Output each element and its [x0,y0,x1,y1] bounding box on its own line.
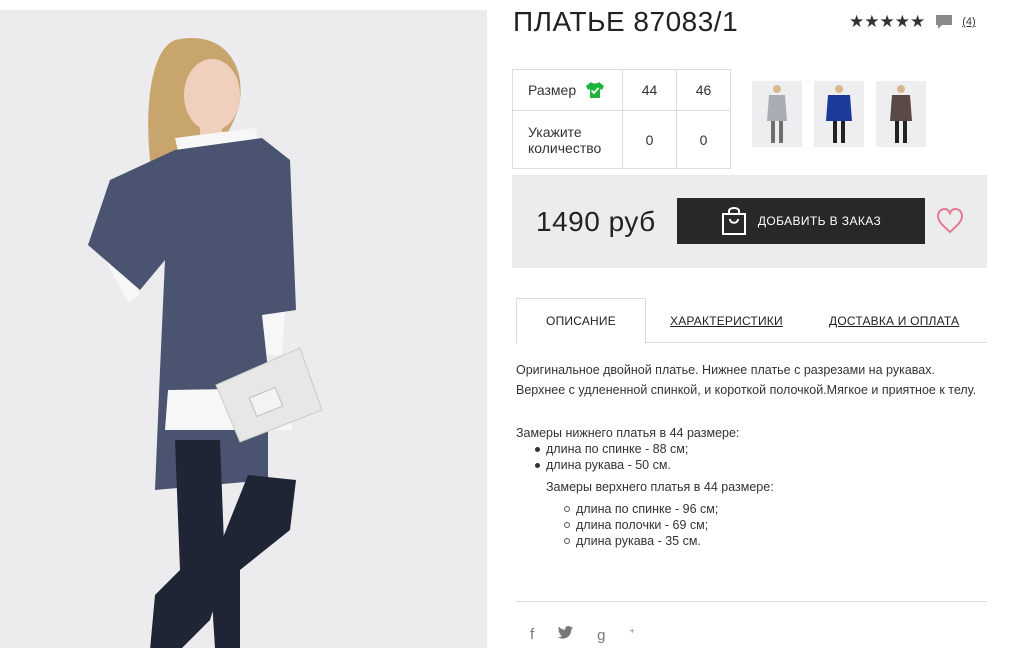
description-intro: Оригинальное двойной платье. Нижнее плат… [516,363,977,397]
description-panel: Оригинальное двойной платье. Нижнее плат… [516,360,986,549]
shopping-bag-icon [721,207,746,235]
list-item: длина полочки - 69 см; [516,517,986,533]
comment-icon[interactable] [935,14,953,30]
size-46: 46 [676,69,731,111]
lower-measures-list: длина по спинке - 88 см; длина рукава - … [516,441,986,473]
list-item: длина рукава - 35 см. [516,533,986,549]
add-to-order-label: ДОБАВИТЬ В ЗАКАЗ [757,214,882,228]
heart-icon[interactable] [936,207,964,234]
rating[interactable]: ★★★★★ (4) [849,12,976,32]
tab-description[interactable]: ОПИСАНИЕ [516,298,646,344]
add-to-order-button[interactable]: ДОБАВИТЬ В ЗАКАЗ [677,198,925,244]
google-plus-letter: g [597,626,606,644]
tab-delivery-payment[interactable]: ДОСТАВКА И ОПЛАТА [829,298,959,343]
upper-measures-list: длина по спинке - 96 см; длина полочки -… [516,501,986,549]
buy-box: 1490 руб ДОБАВИТЬ В ЗАКАЗ [512,175,987,268]
google-plus-icon[interactable]: g + [597,626,635,644]
size-label: Размер [528,82,577,98]
list-item: длина по спинке - 88 см; [516,441,986,457]
facebook-icon[interactable]: f [530,626,534,643]
size-quantity-table: Размер 44 46 Укажите количество 0 0 [512,69,731,169]
thumbnail-blue[interactable] [814,81,864,147]
social-share: f g + [530,626,659,644]
quantity-input-44[interactable]: 0 [622,110,677,169]
color-thumbnails [752,81,938,147]
review-count-link[interactable]: (4) [962,16,975,28]
price: 1490 руб [536,206,656,237]
size-44: 44 [622,69,677,111]
product-title: ПЛАТЬЕ 87083/1 [513,6,739,37]
list-item: длина рукава - 50 см. [516,457,986,473]
tab-characteristics[interactable]: ХАРАКТЕРИСТИКИ [670,298,783,343]
lower-measures-title: Замеры нижнего платья в 44 размере: [516,426,740,440]
rating-stars[interactable]: ★★★★★ [849,12,925,32]
size-label-cell: Размер [512,69,623,111]
quantity-label: Укажите количество [512,110,623,169]
product-main-image[interactable] [0,10,487,648]
list-item: длина по спинке - 96 см; [516,501,986,517]
twitter-icon[interactable] [558,626,574,643]
product-tabs: ОПИСАНИЕ ХАРАКТЕРИСТИКИ ДОСТАВКА И ОПЛАТ… [516,298,987,344]
size-chart-shirt-icon[interactable] [585,81,605,99]
divider [516,601,987,602]
thumbnail-grey[interactable] [752,81,802,147]
thumbnail-brown[interactable] [876,81,926,147]
upper-measures-title: Замеры верхнего платья в 44 размере: [546,480,774,494]
quantity-input-46[interactable]: 0 [676,110,731,169]
